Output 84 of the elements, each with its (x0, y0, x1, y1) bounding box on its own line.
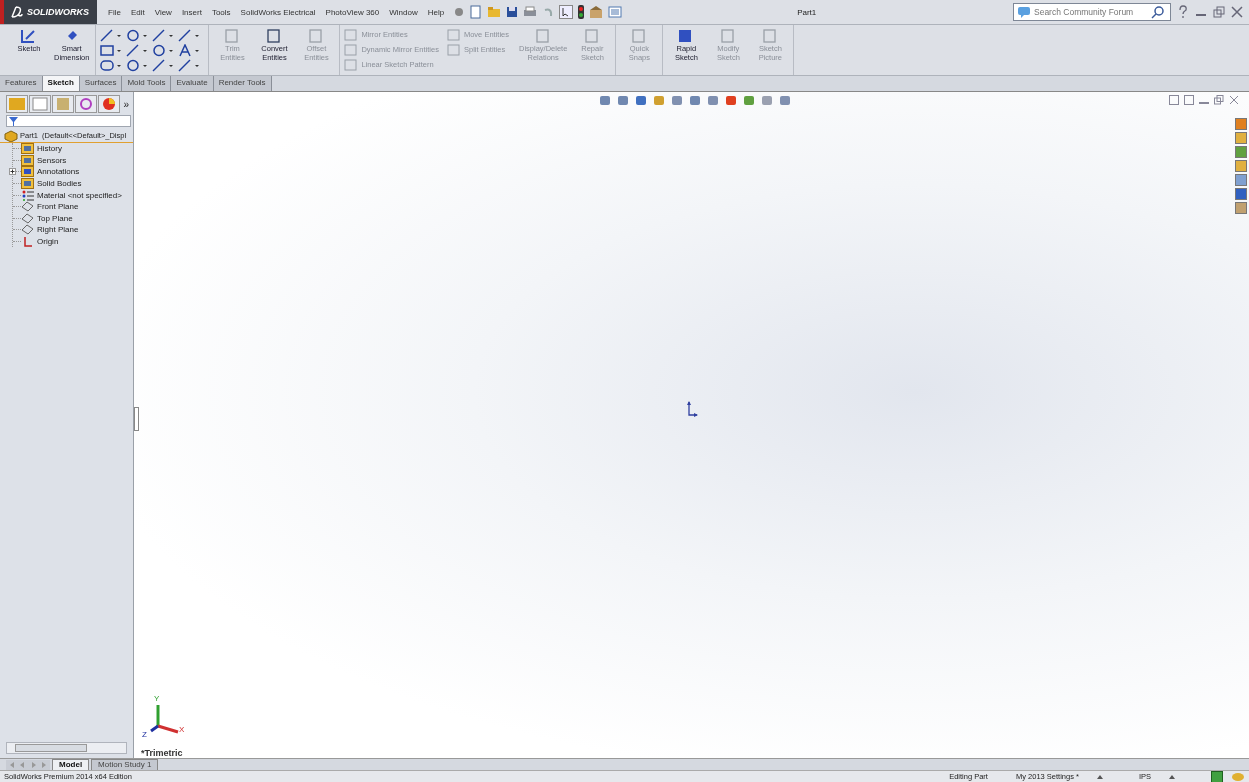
horizontal-scrollbar[interactable] (6, 742, 127, 754)
tile-icon[interactable] (1169, 95, 1179, 105)
menu-item[interactable]: Help (422, 7, 450, 17)
tool-icon (446, 28, 460, 41)
tile-icon[interactable] (1184, 95, 1194, 105)
folder-icon (21, 166, 34, 178)
menu-item[interactable]: SolidWorks Electrical (235, 7, 321, 17)
y-axis-label: Y (154, 695, 160, 703)
command-tab[interactable]: Mold Tools (122, 76, 172, 91)
tree-item[interactable]: Front Plane (21, 201, 79, 213)
x-axis-label: X (179, 726, 185, 734)
menu-item[interactable]: Window (384, 7, 423, 17)
display-tab-icon[interactable] (98, 95, 120, 113)
save-icon[interactable] (506, 6, 519, 18)
expand-icon[interactable] (9, 168, 16, 176)
command-tab[interactable]: Features (0, 76, 43, 91)
caret-icon[interactable] (1169, 773, 1175, 780)
dimxpert-tab-icon[interactable] (75, 95, 97, 113)
search-icon[interactable] (1151, 5, 1165, 19)
tool-icon (344, 58, 358, 71)
origin-arrows-icon (686, 401, 698, 417)
command-tab[interactable]: Sketch (42, 76, 80, 91)
traffic-light-icon[interactable] (578, 5, 585, 19)
folder-icon (21, 178, 34, 190)
plane-icon (21, 224, 34, 236)
list-icon[interactable] (608, 6, 623, 18)
tree-item[interactable]: Right Plane (21, 224, 79, 236)
command-tab[interactable]: Evaluate (171, 76, 214, 91)
command-tab[interactable]: Render Tools (213, 76, 272, 91)
app-logo: SOLIDWORKS (0, 0, 97, 24)
close-icon[interactable] (1229, 95, 1239, 105)
search-bar[interactable]: Search Community Forum (1013, 3, 1171, 21)
tree-item[interactable]: Top Plane (21, 212, 73, 224)
command-tab[interactable]: Surfaces (79, 76, 123, 91)
task-pane-icon[interactable] (1235, 174, 1247, 186)
tree-item[interactable]: Annotations (21, 166, 80, 178)
task-pane-icon[interactable] (1235, 202, 1247, 214)
ds-logo-icon (10, 5, 24, 19)
restore-icon[interactable] (1214, 95, 1224, 105)
menu-item[interactable]: File (103, 7, 126, 17)
feature-tree-tab-icon[interactable] (6, 95, 28, 113)
window-title: Part1 (797, 7, 817, 17)
help-icon[interactable] (1177, 5, 1189, 19)
task-pane-icon[interactable] (1235, 160, 1247, 172)
property-tab-icon[interactable] (29, 95, 51, 113)
tool-icon (446, 43, 460, 56)
tree-item[interactable]: Origin (21, 236, 59, 248)
task-pane-icon[interactable] (1235, 132, 1247, 144)
tree-item[interactable]: History (21, 143, 62, 155)
plane-icon (21, 212, 34, 224)
new-document-icon[interactable] (470, 5, 483, 19)
print-icon[interactable] (523, 6, 538, 18)
caret-icon[interactable] (1096, 773, 1103, 780)
folder-icon (21, 154, 34, 166)
tree-item[interactable]: Solid Bodies (21, 178, 82, 190)
menu-item[interactable]: Insert (176, 7, 207, 17)
part-icon (4, 129, 18, 142)
tool-icon (344, 28, 358, 41)
material-icon (21, 189, 34, 201)
z-axis-label: Z (142, 731, 147, 739)
menu-item[interactable]: PhotoView 360 (320, 7, 385, 17)
view-orientation-label: *Trimetric (141, 748, 183, 758)
panel-splitter-handle[interactable] (134, 407, 139, 431)
bottom-tab[interactable]: Model (52, 758, 90, 771)
menu-item[interactable]: View (149, 7, 177, 17)
restore-icon[interactable] (1213, 6, 1225, 18)
menu-item[interactable]: Tools (206, 7, 236, 17)
filter-icon (9, 116, 18, 126)
tree-item[interactable]: Material <not specified> (21, 189, 122, 201)
tab-navigation-icon[interactable] (6, 759, 50, 770)
speech-bubble-icon (1017, 6, 1031, 18)
tree-item[interactable]: Sensors (21, 154, 67, 166)
origin-icon (21, 236, 34, 248)
tool-icon (20, 28, 38, 44)
close-icon[interactable] (1231, 6, 1243, 18)
folder-icon (21, 143, 34, 155)
plane-icon (21, 201, 34, 213)
filter-field[interactable] (6, 115, 131, 127)
menu-item[interactable]: Edit (125, 7, 150, 17)
configuration-tab-icon[interactable] (52, 95, 74, 113)
tool-icon (344, 43, 358, 56)
undo-icon[interactable] (542, 6, 555, 18)
bottom-tab[interactable]: Motion Study 1 (91, 758, 159, 771)
more-tabs-button[interactable]: » (123, 98, 129, 110)
